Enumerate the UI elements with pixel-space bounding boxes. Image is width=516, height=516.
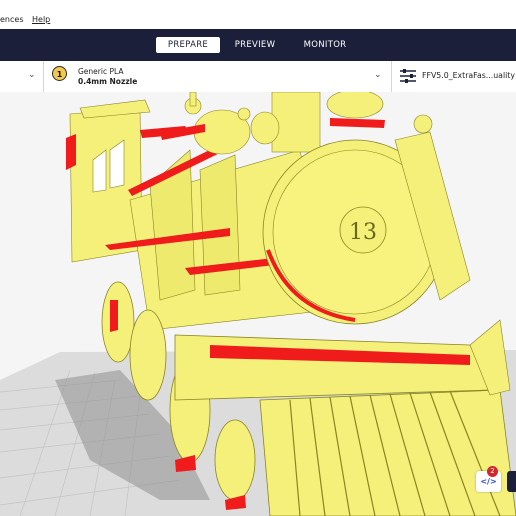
tab-preview[interactable]: PREVIEW xyxy=(226,37,284,53)
print-profile-label[interactable]: FFV5.0_ExtraFas...uality - 0 xyxy=(422,71,516,80)
build-plate-viewport[interactable]: 13 xyxy=(0,92,516,516)
divider xyxy=(43,61,44,92)
locomotive-model[interactable]: 13 xyxy=(0,92,516,516)
material-name[interactable]: Generic PLA xyxy=(78,67,123,76)
side-panel-button[interactable] xyxy=(507,471,516,492)
engine-number: 13 xyxy=(349,220,377,245)
chevron-down-icon[interactable]: ⌄ xyxy=(28,70,36,80)
warning-badge: 2 xyxy=(487,466,498,477)
settings-sliders-icon[interactable] xyxy=(400,69,416,83)
menu-help[interactable]: Help xyxy=(32,15,50,24)
tab-monitor[interactable]: MONITOR xyxy=(292,37,358,53)
menu-preferences[interactable]: ences xyxy=(0,15,23,24)
menu-bar: ences Help xyxy=(0,0,516,29)
divider xyxy=(391,61,392,92)
chevron-down-icon[interactable]: ⌄ xyxy=(374,70,382,80)
stage-bar: PREPARE PREVIEW MONITOR xyxy=(0,29,516,61)
stack-and-domes xyxy=(160,92,433,155)
tab-prepare[interactable]: PREPARE xyxy=(156,37,220,53)
nozzle-size[interactable]: 0.4mm Nozzle xyxy=(78,77,137,86)
extruder-icon[interactable]: 1 xyxy=(52,66,67,81)
